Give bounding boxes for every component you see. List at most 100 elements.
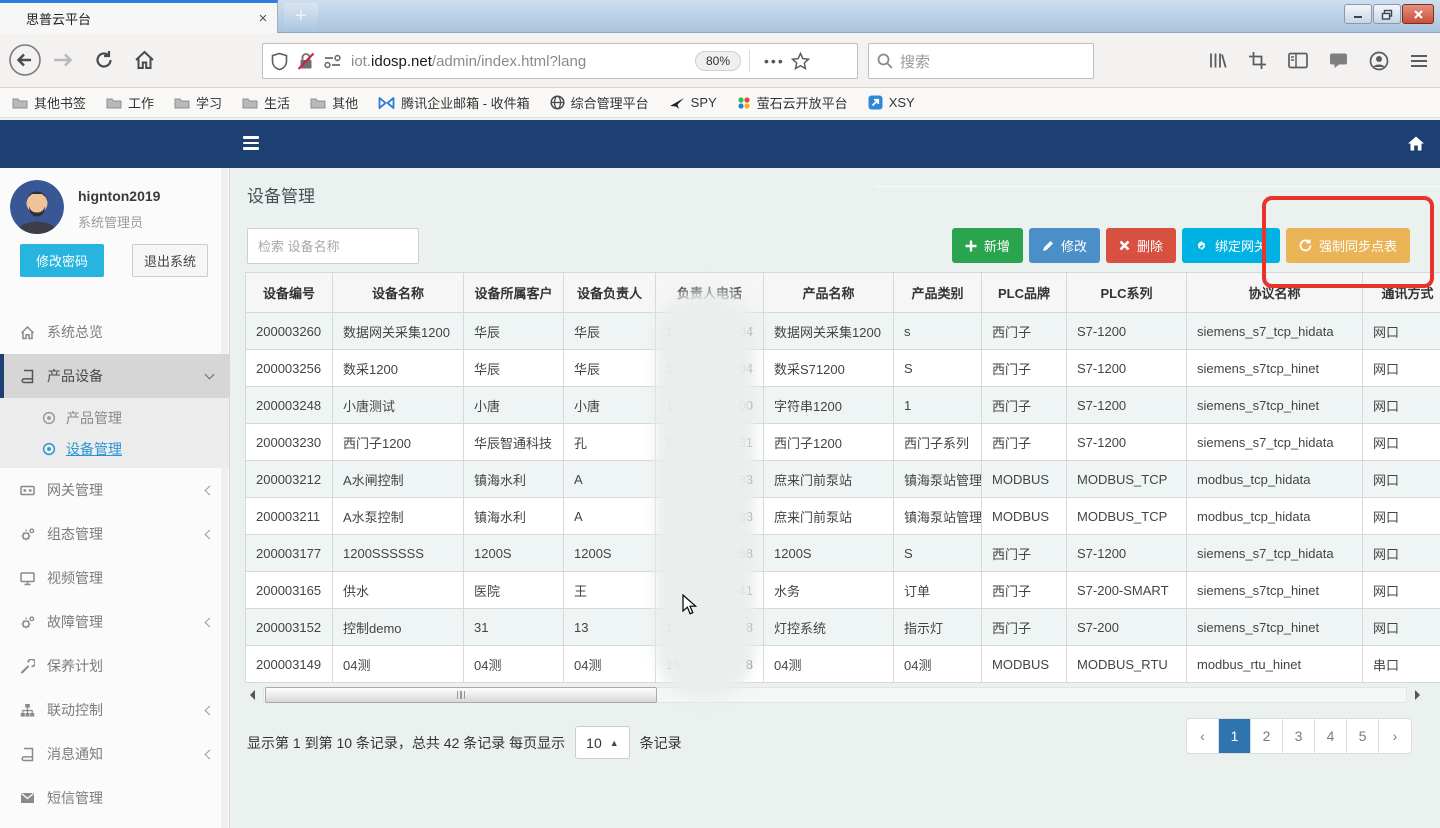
account-icon[interactable] bbox=[1369, 51, 1389, 71]
sidebar-item-video[interactable]: 视频管理 bbox=[0, 556, 229, 600]
zoom-level-badge[interactable]: 80% bbox=[695, 51, 741, 71]
chevron-left-icon bbox=[205, 485, 215, 495]
table-row[interactable]: 200003211 A水泵控制 镇海水利 A 33 庶来门前泵站 镇海泵站管理 … bbox=[246, 498, 1440, 535]
bookmark-folder-work[interactable]: 工作 bbox=[106, 93, 154, 112]
sidebar-item-product-device[interactable]: 产品设备 bbox=[0, 354, 229, 398]
tab-close-icon[interactable]: × bbox=[249, 10, 277, 27]
page-actions-icon[interactable]: ••• bbox=[764, 53, 785, 69]
table-row[interactable]: 200003248 小唐测试 小唐 小唐 100 字符串1200 1 西门子 S… bbox=[246, 387, 1440, 424]
edit-button[interactable]: 修改 bbox=[1029, 228, 1100, 263]
cell-plc-brand: 西门子 bbox=[982, 387, 1067, 424]
browser-search-bar[interactable]: 搜索 bbox=[868, 43, 1094, 79]
bookmark-xsy[interactable]: XSY bbox=[868, 95, 915, 110]
bookmark-folder-other[interactable]: 其他书签 bbox=[12, 93, 86, 112]
table-row[interactable]: 200003260 数据网关采集1200 华辰 华辰 104 数据网关采集120… bbox=[246, 313, 1440, 350]
page-prev[interactable]: ‹ bbox=[1187, 719, 1219, 753]
column-header: 产品类别 bbox=[894, 273, 982, 313]
logout-button[interactable]: 退出系统 bbox=[132, 244, 208, 277]
cell-device-name: 数采1200 bbox=[333, 350, 464, 387]
page-size-select[interactable]: 10 ▲ bbox=[575, 726, 630, 759]
pencil-icon bbox=[1042, 240, 1054, 252]
cell-device-id: 200003177 bbox=[246, 535, 333, 572]
home-button[interactable] bbox=[134, 50, 155, 70]
cell-plc-series: S7-1200 bbox=[1067, 424, 1187, 461]
page-next[interactable]: › bbox=[1379, 719, 1411, 753]
url-bar[interactable]: iot.idosp.net/admin/index.html?lang 80% … bbox=[262, 43, 858, 79]
cell-plc-brand: 西门子 bbox=[982, 424, 1067, 461]
cell-comm: 网口 bbox=[1363, 350, 1440, 387]
delete-button[interactable]: 删除 bbox=[1106, 228, 1176, 263]
chevron-left-icon bbox=[205, 749, 215, 759]
bookmark-folder-life[interactable]: 生活 bbox=[242, 93, 290, 112]
table-row[interactable]: 200003256 数采1200 华辰 华辰 104 数采S71200 S 西门… bbox=[246, 350, 1440, 387]
insecure-lock-icon[interactable] bbox=[297, 52, 315, 71]
cell-customer: 04测 bbox=[464, 646, 564, 683]
scroll-left-arrow[interactable] bbox=[245, 688, 260, 702]
cell-protocol: siemens_s7tcp_hinet bbox=[1187, 350, 1363, 387]
bookmark-spy[interactable]: SPY bbox=[669, 95, 717, 110]
sidebar-item-config[interactable]: 组态管理 bbox=[0, 512, 229, 556]
sidebar-item-sms[interactable]: 短信管理 bbox=[0, 776, 229, 820]
page-4[interactable]: 4 bbox=[1315, 719, 1347, 753]
sidebar-item-maintenance[interactable]: 保养计划 bbox=[0, 644, 229, 688]
sidebar-item-device-mgmt[interactable]: 设备管理 bbox=[0, 433, 229, 464]
change-password-button[interactable]: 修改密码 bbox=[20, 244, 104, 277]
forward-button[interactable] bbox=[52, 51, 74, 69]
tracking-shield-icon[interactable] bbox=[271, 52, 288, 71]
restore-button[interactable] bbox=[1373, 4, 1401, 24]
browser-tab[interactable]: 思普云平台 × bbox=[0, 0, 278, 33]
page-3[interactable]: 3 bbox=[1283, 719, 1315, 753]
add-button[interactable]: 新增 bbox=[952, 228, 1023, 263]
annotation-red-box bbox=[1262, 196, 1434, 288]
page-2[interactable]: 2 bbox=[1251, 719, 1283, 753]
page-1[interactable]: 1 bbox=[1219, 719, 1251, 753]
minimize-button[interactable] bbox=[1344, 4, 1372, 24]
sidebar-item-overview[interactable]: 系统总览 bbox=[0, 310, 229, 354]
table-row[interactable]: 200003212 A水闸控制 镇海水利 A 33 庶来门前泵站 镇海泵站管理 … bbox=[246, 461, 1440, 498]
reload-button[interactable] bbox=[94, 50, 114, 70]
new-tab-button[interactable]: + bbox=[284, 3, 318, 32]
sidebars-icon[interactable] bbox=[1288, 52, 1308, 69]
sidebar: hignton2019 系统管理员 修改密码 退出系统 系统总览 产品设备 bbox=[0, 168, 230, 828]
sidebar-item-product-mgmt[interactable]: 产品管理 bbox=[0, 402, 229, 433]
page-5[interactable]: 5 bbox=[1347, 719, 1379, 753]
sidebar-item-fault[interactable]: 故障管理 bbox=[0, 600, 229, 644]
table-row[interactable]: 200003152 控制demo 31 13 18 灯控系统 指示灯 西门子 S… bbox=[246, 609, 1440, 646]
cell-customer: 小唐 bbox=[464, 387, 564, 424]
table-row[interactable]: 200003230 西门子1200 华辰智通科技 孔 131 西门子1200 西… bbox=[246, 424, 1440, 461]
sidebar-item-message[interactable]: 消息通知 bbox=[0, 732, 229, 776]
sidebar-item-gateway[interactable]: 网关管理 bbox=[0, 468, 229, 512]
search-icon bbox=[877, 53, 893, 69]
cell-comm: 网口 bbox=[1363, 609, 1440, 646]
bookmark-tencent-mail[interactable]: 腾讯企业邮箱 - 收件箱 bbox=[378, 93, 530, 112]
scroll-right-arrow[interactable] bbox=[1410, 688, 1425, 702]
permissions-icon[interactable] bbox=[323, 54, 342, 69]
cell-device-name: 1200SSSSSS bbox=[333, 535, 464, 572]
sidebar-toggle-icon[interactable] bbox=[243, 136, 259, 150]
url-text: iot.idosp.net/admin/index.html?lang bbox=[351, 53, 691, 70]
close-button[interactable] bbox=[1402, 4, 1434, 24]
app-home-icon[interactable] bbox=[1407, 135, 1425, 152]
cell-device-name: A水闸控制 bbox=[333, 461, 464, 498]
cell-protocol: siemens_s7tcp_hinet bbox=[1187, 572, 1363, 609]
screenshot-crop-icon[interactable] bbox=[1248, 51, 1267, 70]
back-button[interactable] bbox=[8, 43, 42, 77]
library-icon[interactable] bbox=[1207, 51, 1227, 70]
device-search-input[interactable] bbox=[247, 228, 419, 264]
bookmark-star-icon[interactable] bbox=[791, 52, 810, 70]
envelope-icon bbox=[20, 792, 35, 804]
table-row[interactable]: 200003165 供水 医院 王 41 水务 订单 西门子 S7-200-SM… bbox=[246, 572, 1440, 609]
table-row[interactable]: 200003177 1200SSSSSS 1200S 1200S 88 1200… bbox=[246, 535, 1440, 572]
bookmark-ezviz[interactable]: 萤石云开放平台 bbox=[737, 93, 848, 112]
sidebar-item-linkage[interactable]: 联动控制 bbox=[0, 688, 229, 732]
scrollbar-thumb[interactable] bbox=[265, 687, 657, 703]
chat-bubble-icon[interactable] bbox=[1329, 52, 1348, 70]
menu-hamburger-icon[interactable] bbox=[1410, 54, 1428, 68]
table-row[interactable]: 200003149 04测 04测 04测 158 04测 04测 MODBUS… bbox=[246, 646, 1440, 683]
sidebar-item-space[interactable]: 空间管理 bbox=[0, 820, 229, 828]
bookmark-folder-study[interactable]: 学习 bbox=[174, 93, 222, 112]
horizontal-scrollbar[interactable] bbox=[245, 687, 1425, 703]
bookmark-folder-misc[interactable]: 其他 bbox=[310, 93, 358, 112]
bookmark-mgmt-platform[interactable]: 综合管理平台 bbox=[550, 93, 649, 112]
cell-customer: 华辰智通科技 bbox=[464, 424, 564, 461]
